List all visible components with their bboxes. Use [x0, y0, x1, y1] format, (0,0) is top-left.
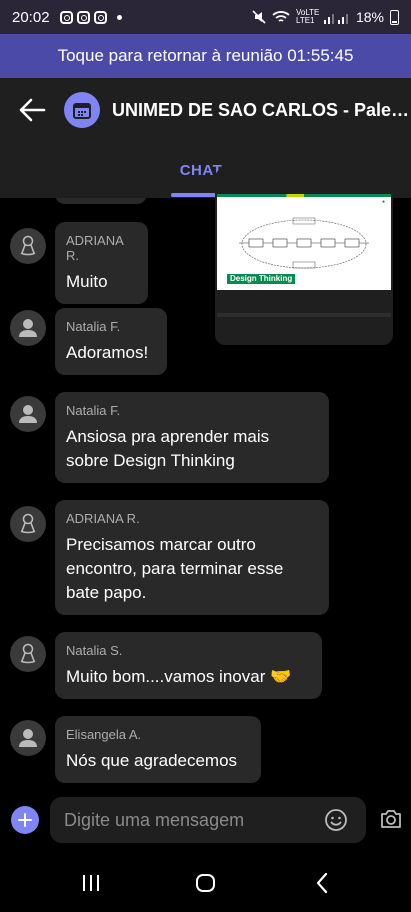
message-text: encontro, para terminar esse — [66, 559, 284, 578]
calendar-icon — [73, 103, 91, 119]
status-time: 20:02 — [12, 8, 50, 26]
message-bubble[interactable]: ADRIANA R. Muito — [55, 222, 148, 304]
instagram-icon — [59, 10, 73, 24]
battery-icon — [390, 9, 399, 25]
avatar[interactable] — [10, 396, 46, 432]
message-bubble-partial — [55, 198, 147, 204]
avatar[interactable] — [10, 228, 46, 264]
message-text: Ansiosa pra aprender mais — [66, 427, 270, 446]
avatar[interactable] — [10, 720, 46, 756]
message-composer: Digite uma mensagem — [0, 792, 411, 852]
ribbon-icon — [20, 513, 36, 534]
plus-icon — [18, 813, 32, 827]
slide-thumbnail: ● Design Thinking — [217, 194, 391, 290]
ribbon-icon — [20, 643, 36, 664]
back-arrow-icon[interactable] — [14, 92, 50, 128]
avatar[interactable] — [10, 310, 46, 346]
instagram-icon — [93, 10, 107, 24]
share-scrollbar — [217, 313, 391, 317]
wifi-icon — [272, 11, 290, 22]
sender-name: Natalia F. — [66, 403, 121, 418]
mute-icon — [252, 10, 266, 24]
status-bar: 20:02 VoLTE LTE1 18% — [0, 0, 411, 34]
sender-name: ADRIANA R. — [66, 233, 124, 263]
system-nav-bar — [0, 852, 411, 912]
message-bubble[interactable]: Elisangela A. Nós que agradecemos — [55, 716, 261, 783]
return-to-meeting-banner[interactable]: Toque para retornar à reunião 01:55:45 — [0, 34, 411, 78]
instagram-icon — [76, 10, 90, 24]
message-text: bate papo. — [66, 583, 147, 602]
camera-icon[interactable] — [379, 807, 403, 831]
message-input[interactable]: Digite uma mensagem — [50, 797, 366, 843]
shared-content-preview[interactable]: ● Design Thinking — [215, 168, 393, 345]
person-icon — [19, 405, 37, 423]
notification-dot-icon — [116, 14, 122, 20]
sender-name: ADRIANA R. — [66, 511, 140, 526]
message-text: sobre Design Thinking — [66, 451, 235, 470]
sender-name: Elisangela A. — [66, 727, 142, 742]
message-text: Nós que agradecemos — [66, 751, 238, 770]
message-text: Muito bom....vamos inovar 🤝 — [66, 667, 292, 686]
message-input-placeholder: Digite uma mensagem — [64, 810, 245, 830]
ribbon-icon — [20, 235, 36, 256]
message-bubble[interactable]: Natalia S. Muito bom....vamos inovar 🤝 — [55, 632, 322, 699]
banner-text: Toque para retornar à reunião 01:55:45 — [57, 46, 354, 65]
emoji-icon[interactable] — [324, 808, 348, 832]
message-text: Muito — [66, 272, 108, 291]
back-icon[interactable] — [313, 872, 331, 894]
message-bubble[interactable]: Natalia F. Adoramos! — [55, 308, 167, 375]
network-label: VoLTE LTE1 — [295, 8, 320, 25]
slide-label: Design Thinking — [227, 274, 296, 284]
add-button[interactable] — [11, 806, 39, 834]
sender-name: Natalia S. — [66, 643, 123, 658]
person-icon — [19, 729, 37, 747]
home-icon[interactable] — [195, 872, 217, 894]
signal-icon — [323, 13, 348, 24]
sender-name: Natalia F. — [66, 319, 121, 334]
avatar[interactable] — [10, 506, 46, 542]
avatar[interactable] — [10, 636, 46, 672]
message-text: Precisamos marcar outro — [66, 535, 256, 554]
person-icon — [19, 319, 37, 337]
recent-apps-icon[interactable] — [81, 873, 101, 893]
meeting-avatar — [64, 92, 100, 128]
meeting-title[interactable]: UNIMED DE SAO CARLOS - Palestra... — [112, 100, 411, 121]
message-text: Adoramos! — [66, 343, 149, 362]
message-bubble[interactable]: ADRIANA R. Precisamos marcar outro encon… — [55, 500, 329, 615]
battery-text: 18% — [355, 9, 384, 25]
message-bubble[interactable]: Natalia F. Ansiosa pra aprender mais sob… — [55, 392, 329, 483]
